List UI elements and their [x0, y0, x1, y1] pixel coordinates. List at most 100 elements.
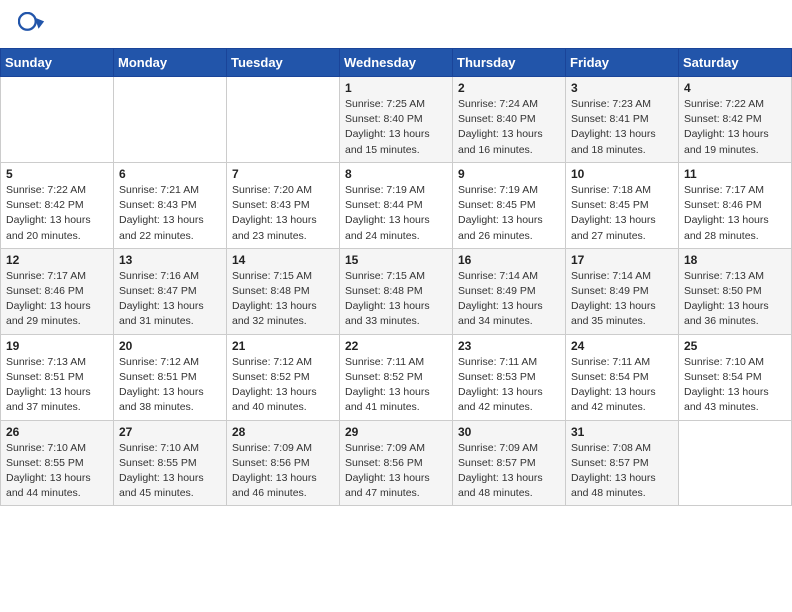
day-info: Sunrise: 7:11 AMSunset: 8:53 PMDaylight:…: [458, 355, 560, 416]
calendar-cell: [1, 77, 114, 163]
day-info: Sunrise: 7:17 AMSunset: 8:46 PMDaylight:…: [6, 269, 108, 330]
day-info: Sunrise: 7:12 AMSunset: 8:52 PMDaylight:…: [232, 355, 334, 416]
calendar-cell: 12Sunrise: 7:17 AMSunset: 8:46 PMDayligh…: [1, 248, 114, 334]
day-number: 14: [232, 253, 334, 267]
day-info: Sunrise: 7:22 AMSunset: 8:42 PMDaylight:…: [684, 97, 786, 158]
day-number: 31: [571, 425, 673, 439]
weekday-header-sunday: Sunday: [1, 49, 114, 77]
day-info: Sunrise: 7:23 AMSunset: 8:41 PMDaylight:…: [571, 97, 673, 158]
weekday-header-monday: Monday: [114, 49, 227, 77]
calendar-cell: 16 Sunrise: 7:14 AMSunset: 8:49 PMDayligh…: [453, 248, 566, 334]
day-info: Sunrise: 7:10 AMSunset: 8:55 PMDaylight:…: [6, 441, 108, 502]
calendar-cell: 18 Sunrise: 7:13 AMSunset: 8:50 PMDayligh…: [679, 248, 792, 334]
calendar-header: [0, 0, 792, 48]
day-number: 29: [345, 425, 447, 439]
calendar-week-1: 1 Sunrise: 7:25 AMSunset: 8:40 PMDaylight…: [1, 77, 792, 163]
logo-icon: [18, 12, 46, 40]
day-number: 25: [684, 339, 786, 353]
calendar-cell: 27 Sunrise: 7:10 AMSunset: 8:55 PMDayligh…: [114, 420, 227, 506]
calendar-cell: 26 Sunrise: 7:10 AMSunset: 8:55 PMDayligh…: [1, 420, 114, 506]
day-info: Sunrise: 7:21 AMSunset: 8:43 PMDaylight:…: [119, 183, 221, 244]
day-number: 24: [571, 339, 673, 353]
calendar-cell: 30 Sunrise: 7:09 AMSunset: 8:57 PMDayligh…: [453, 420, 566, 506]
day-number: 13: [119, 253, 221, 267]
day-number: 2: [458, 81, 560, 95]
calendar-week-5: 26 Sunrise: 7:10 AMSunset: 8:55 PMDayligh…: [1, 420, 792, 506]
day-number: 1: [345, 81, 447, 95]
day-info: Sunrise: 7:25 AMSunset: 8:40 PMDaylight:…: [345, 97, 447, 158]
calendar-table: SundayMondayTuesdayWednesdayThursdayFrid…: [0, 48, 792, 506]
calendar-cell: 21 Sunrise: 7:12 AMSunset: 8:52 PMDayligh…: [227, 334, 340, 420]
weekday-header-saturday: Saturday: [679, 49, 792, 77]
day-number: 19: [6, 339, 108, 353]
day-number: 22: [345, 339, 447, 353]
day-info: Sunrise: 7:20 AMSunset: 8:43 PMDaylight:…: [232, 183, 334, 244]
calendar-cell: 1 Sunrise: 7:25 AMSunset: 8:40 PMDaylight…: [340, 77, 453, 163]
day-info: Sunrise: 7:09 AMSunset: 8:56 PMDaylight:…: [232, 441, 334, 502]
day-number: 9: [458, 167, 560, 181]
calendar-cell: 8Sunrise: 7:19 AMSunset: 8:44 PMDaylight…: [340, 162, 453, 248]
day-number: 17: [571, 253, 673, 267]
day-info: Sunrise: 7:13 AMSunset: 8:51 PMDaylight:…: [6, 355, 108, 416]
day-info: Sunrise: 7:14 AMSunset: 8:49 PMDaylight:…: [458, 269, 560, 330]
calendar-cell: [114, 77, 227, 163]
calendar-cell: 24 Sunrise: 7:11 AMSunset: 8:54 PMDayligh…: [566, 334, 679, 420]
calendar-cell: 22 Sunrise: 7:11 AMSunset: 8:52 PMDayligh…: [340, 334, 453, 420]
day-number: 16: [458, 253, 560, 267]
calendar-cell: 17 Sunrise: 7:14 AMSunset: 8:49 PMDayligh…: [566, 248, 679, 334]
calendar-cell: [227, 77, 340, 163]
calendar-week-4: 19 Sunrise: 7:13 AMSunset: 8:51 PMDayligh…: [1, 334, 792, 420]
day-number: 5: [6, 167, 108, 181]
day-number: 7: [232, 167, 334, 181]
day-info: Sunrise: 7:18 AMSunset: 8:45 PMDaylight:…: [571, 183, 673, 244]
weekday-header-thursday: Thursday: [453, 49, 566, 77]
weekday-header-wednesday: Wednesday: [340, 49, 453, 77]
calendar-cell: 15 Sunrise: 7:15 AMSunset: 8:48 PMDayligh…: [340, 248, 453, 334]
day-info: Sunrise: 7:11 AMSunset: 8:52 PMDaylight:…: [345, 355, 447, 416]
calendar-cell: 6 Sunrise: 7:21 AMSunset: 8:43 PMDaylight…: [114, 162, 227, 248]
day-number: 23: [458, 339, 560, 353]
day-number: 27: [119, 425, 221, 439]
calendar-cell: [679, 420, 792, 506]
calendar-cell: 7 Sunrise: 7:20 AMSunset: 8:43 PMDaylight…: [227, 162, 340, 248]
calendar-cell: 29 Sunrise: 7:09 AMSunset: 8:56 PMDayligh…: [340, 420, 453, 506]
calendar-header-row: SundayMondayTuesdayWednesdayThursdayFrid…: [1, 49, 792, 77]
calendar-cell: 9 Sunrise: 7:19 AMSunset: 8:45 PMDaylight…: [453, 162, 566, 248]
calendar-cell: 20 Sunrise: 7:12 AMSunset: 8:51 PMDayligh…: [114, 334, 227, 420]
calendar-cell: 25Sunrise: 7:10 AMSunset: 8:54 PMDayligh…: [679, 334, 792, 420]
weekday-header-friday: Friday: [566, 49, 679, 77]
day-info: Sunrise: 7:12 AMSunset: 8:51 PMDaylight:…: [119, 355, 221, 416]
day-number: 18: [684, 253, 786, 267]
day-number: 20: [119, 339, 221, 353]
day-info: Sunrise: 7:09 AMSunset: 8:57 PMDaylight:…: [458, 441, 560, 502]
day-info: Sunrise: 7:10 AMSunset: 8:55 PMDaylight:…: [119, 441, 221, 502]
day-info: Sunrise: 7:13 AMSunset: 8:50 PMDaylight:…: [684, 269, 786, 330]
day-info: Sunrise: 7:17 AMSunset: 8:46 PMDaylight:…: [684, 183, 786, 244]
day-number: 30: [458, 425, 560, 439]
day-info: Sunrise: 7:22 AMSunset: 8:42 PMDaylight:…: [6, 183, 108, 244]
day-info: Sunrise: 7:11 AMSunset: 8:54 PMDaylight:…: [571, 355, 673, 416]
calendar-cell: 10 Sunrise: 7:18 AMSunset: 8:45 PMDayligh…: [566, 162, 679, 248]
calendar-cell: 2 Sunrise: 7:24 AMSunset: 8:40 PMDaylight…: [453, 77, 566, 163]
day-info: Sunrise: 7:24 AMSunset: 8:40 PMDaylight:…: [458, 97, 560, 158]
day-number: 11: [684, 167, 786, 181]
day-info: Sunrise: 7:14 AMSunset: 8:49 PMDaylight:…: [571, 269, 673, 330]
day-number: 26: [6, 425, 108, 439]
calendar-cell: 14Sunrise: 7:15 AMSunset: 8:48 PMDayligh…: [227, 248, 340, 334]
calendar-cell: 13Sunrise: 7:16 AMSunset: 8:47 PMDayligh…: [114, 248, 227, 334]
calendar-cell: 23 Sunrise: 7:11 AMSunset: 8:53 PMDayligh…: [453, 334, 566, 420]
day-number: 4: [684, 81, 786, 95]
day-info: Sunrise: 7:19 AMSunset: 8:45 PMDaylight:…: [458, 183, 560, 244]
weekday-header-tuesday: Tuesday: [227, 49, 340, 77]
day-number: 10: [571, 167, 673, 181]
calendar-cell: 4 Sunrise: 7:22 AMSunset: 8:42 PMDaylight…: [679, 77, 792, 163]
calendar-cell: 3Sunrise: 7:23 AMSunset: 8:41 PMDaylight…: [566, 77, 679, 163]
calendar-cell: 28Sunrise: 7:09 AMSunset: 8:56 PMDayligh…: [227, 420, 340, 506]
day-number: 6: [119, 167, 221, 181]
day-number: 21: [232, 339, 334, 353]
day-info: Sunrise: 7:08 AMSunset: 8:57 PMDaylight:…: [571, 441, 673, 502]
calendar-cell: 5 Sunrise: 7:22 AMSunset: 8:42 PMDaylight…: [1, 162, 114, 248]
day-info: Sunrise: 7:15 AMSunset: 8:48 PMDaylight:…: [345, 269, 447, 330]
day-info: Sunrise: 7:09 AMSunset: 8:56 PMDaylight:…: [345, 441, 447, 502]
day-number: 15: [345, 253, 447, 267]
